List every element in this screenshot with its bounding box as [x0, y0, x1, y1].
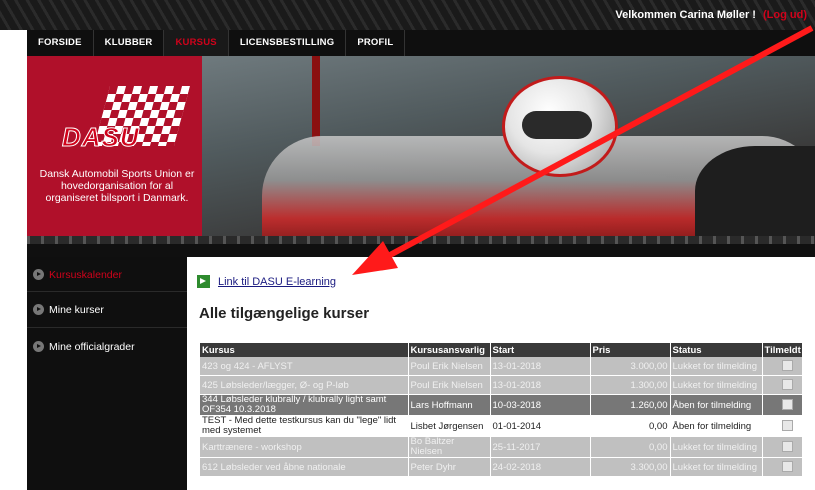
tilmeldt-checkbox[interactable]	[781, 399, 793, 411]
sidebar-item-label: Mine kurser	[49, 304, 104, 316]
cell-tilmeldt	[762, 375, 803, 395]
cell-status: Lukket for tilmelding	[670, 375, 763, 395]
cell-tilmeldt	[762, 394, 803, 416]
racing-photo	[202, 56, 815, 236]
cell-start: 10-03-2018	[490, 394, 591, 416]
cell-ansvarlig: Lars Hoffmann	[408, 394, 491, 416]
page-title: Alle tilgængelige kurser	[199, 305, 370, 322]
column-header-kursusansvarlig[interactable]: Kursusansvarlig	[408, 343, 491, 357]
play-bullet-icon	[33, 304, 44, 315]
cell-tilmeldt	[762, 357, 803, 376]
cell-kursus: 344 Løbsleder klubrally / klubrally ligh…	[200, 394, 409, 416]
tilmeldt-checkbox[interactable]	[781, 360, 793, 372]
cell-ansvarlig: Lisbet Jørgensen	[408, 415, 491, 437]
cell-start: 01-01-2014	[490, 415, 591, 437]
cell-status: Lukket for tilmelding	[670, 436, 763, 458]
sidebar-item-mine-kurser[interactable]: Mine kurser	[27, 296, 187, 324]
cell-ansvarlig: Peter Dyhr	[408, 457, 491, 477]
play-bullet-icon	[33, 341, 44, 352]
elearning-link[interactable]: Link til DASU E-learning	[218, 276, 336, 288]
cell-pris: 0,00	[590, 415, 671, 437]
cell-pris: 1.300,00	[590, 375, 671, 395]
cell-start: 13-01-2018	[490, 357, 591, 376]
cell-kursus: 612 Løbsleder ved åbne nationale	[200, 457, 409, 477]
cell-tilmeldt	[762, 415, 803, 437]
main-content: Link til DASU E-learning Alle tilgængeli…	[187, 257, 815, 490]
column-header-start[interactable]: Start	[490, 343, 591, 357]
decorative-stripe	[27, 236, 815, 244]
nav-item-forside[interactable]: FORSIDE	[27, 30, 94, 56]
cell-ansvarlig: Poul Erik Nielsen	[408, 357, 491, 376]
table-row[interactable]: 425 Løbsleder/lægger, Ø- og P-løb Poul E…	[200, 375, 803, 395]
tilmeldt-checkbox[interactable]	[781, 379, 793, 391]
cell-start: 13-01-2018	[490, 375, 591, 395]
nav-item-kursus[interactable]: KURSUS	[164, 30, 229, 56]
column-header-tilmeldt[interactable]: Tilmeldt	[762, 343, 803, 357]
cell-start: 24-02-2018	[490, 457, 591, 477]
sidebar-divider	[27, 327, 187, 328]
cell-pris: 3.300,00	[590, 457, 671, 477]
sidebar-item-mine-officialgrader[interactable]: Mine officialgrader	[27, 333, 187, 361]
cell-tilmeldt	[762, 457, 803, 477]
table-row[interactable]: 612 Løbsleder ved åbne nationale Peter D…	[200, 457, 803, 477]
helmet-visor	[522, 111, 592, 139]
nav-bar-fill	[365, 30, 815, 56]
cell-status: Lukket for tilmelding	[670, 357, 763, 376]
cell-pris: 3.000,00	[590, 357, 671, 376]
table-row[interactable]: 423 og 424 - AFLYST Poul Erik Nielsen 13…	[200, 357, 803, 376]
tilmeldt-checkbox[interactable]	[781, 441, 793, 453]
brand-tagline: Dansk Automobil Sports Union er hovedorg…	[39, 168, 195, 204]
cell-kursus: 425 Løbsleder/lægger, Ø- og P-løb	[200, 375, 409, 395]
table-header-row: Kursus Kursusansvarlig Start Pris Status…	[200, 343, 803, 357]
sidebar-divider	[27, 291, 187, 292]
nav-item-profil[interactable]: PROFIL	[346, 30, 406, 56]
cell-tilmeldt	[762, 436, 803, 458]
table-row[interactable]: Karttrænere - workshop Bo Baltzer Nielse…	[200, 436, 803, 458]
tilmeldt-checkbox[interactable]	[781, 420, 793, 432]
cell-pris: 0,00	[590, 436, 671, 458]
decorative-band	[27, 244, 815, 257]
cell-ansvarlig: Poul Erik Nielsen	[408, 375, 491, 395]
cell-pris: 1.260,00	[590, 394, 671, 416]
tire-shape	[695, 146, 815, 236]
sidebar-item-label: Kursuskalender	[49, 269, 122, 281]
cell-kursus: TEST - Med dette testkursus kan du "lege…	[200, 415, 409, 437]
column-header-pris[interactable]: Pris	[590, 343, 671, 357]
sidebar: Kursuskalender Mine kurser Mine official…	[27, 257, 187, 490]
table-row[interactable]: TEST - Med dette testkursus kan du "lege…	[200, 415, 803, 437]
table-row[interactable]: 344 Løbsleder klubrally / klubrally ligh…	[200, 394, 803, 416]
play-bullet-icon	[33, 269, 44, 280]
main-nav: FORSIDE KLUBBER KURSUS LICENSBESTILLING …	[27, 30, 406, 56]
cell-status: Åben for tilmelding	[670, 394, 763, 416]
nav-item-klubber[interactable]: KLUBBER	[94, 30, 165, 56]
courses-table: Kursus Kursusansvarlig Start Pris Status…	[200, 343, 803, 477]
brand-panel: DASU Dansk Automobil Sports Union er hov…	[27, 56, 202, 236]
cell-kursus: 423 og 424 - AFLYST	[200, 357, 409, 376]
nav-item-licensbestilling[interactable]: LICENSBESTILLING	[229, 30, 347, 56]
sidebar-item-kursuskalender[interactable]: Kursuskalender	[27, 261, 187, 289]
welcome-text: Velkommen Carina Møller !	[615, 9, 756, 21]
column-header-status[interactable]: Status	[670, 343, 763, 357]
cell-status: Åben for tilmelding	[670, 415, 763, 437]
cell-kursus: Karttrænere - workshop	[200, 436, 409, 458]
cell-ansvarlig: Bo Baltzer Nielsen	[408, 436, 491, 458]
column-header-kursus[interactable]: Kursus	[200, 343, 409, 357]
sidebar-item-label: Mine officialgrader	[49, 341, 135, 353]
tilmeldt-checkbox[interactable]	[781, 461, 793, 473]
umbrella-pole	[312, 56, 320, 146]
dasu-logo[interactable]: DASU	[62, 86, 191, 156]
top-bar: Velkommen Carina Møller ! (Log ud)	[0, 0, 815, 30]
logout-link[interactable]: (Log ud)	[763, 9, 807, 21]
cell-status: Lukket for tilmelding	[670, 457, 763, 477]
welcome-message: Velkommen Carina Møller ! (Log ud)	[615, 9, 807, 21]
cell-start: 25-11-2017	[490, 436, 591, 458]
hero-banner: DASU Dansk Automobil Sports Union er hov…	[27, 56, 815, 236]
arrow-right-icon	[197, 275, 210, 288]
logo-text: DASU	[62, 122, 140, 153]
